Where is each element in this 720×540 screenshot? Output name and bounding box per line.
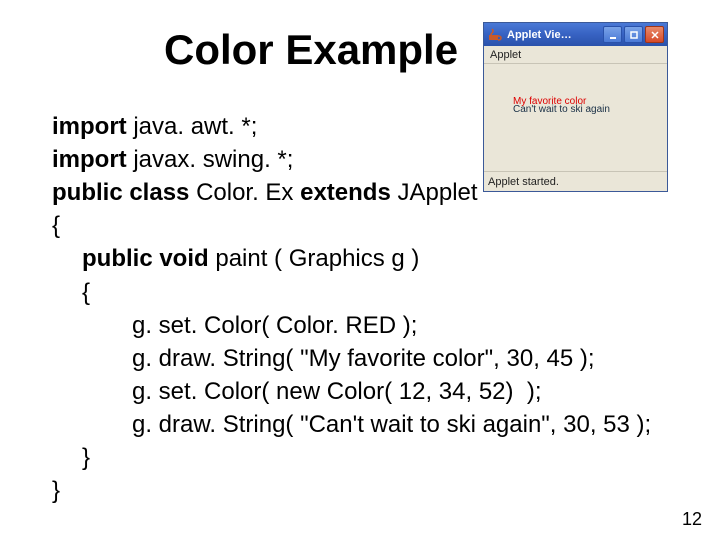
window-title-text: Applet Vie… (507, 29, 603, 41)
code-line: import java. awt. *; (52, 110, 651, 143)
keyword-public-void: public void (82, 245, 215, 272)
code-example: import java. awt. *; import javax. swing… (52, 110, 651, 507)
titlebar: Applet Vie… (484, 23, 667, 46)
code-line: g. draw. String( "My favorite color", 30… (52, 342, 651, 375)
code-line: g. set. Color( Color. RED ); (52, 309, 651, 342)
code-line: public class Color. Ex extends JApplet (52, 176, 651, 209)
java-cup-icon (487, 27, 503, 43)
applet-menu[interactable]: Applet (484, 46, 667, 64)
code-line: } (52, 474, 651, 507)
window-controls (603, 26, 664, 43)
code-line: import javax. swing. *; (52, 143, 651, 176)
code-line: g. set. Color( new Color( 12, 34, 52) ); (52, 375, 651, 408)
code-line: { (52, 276, 651, 309)
code-line: } (52, 441, 651, 474)
keyword-extends: extends (300, 179, 397, 206)
keyword-import: import (52, 146, 127, 173)
close-button[interactable] (645, 26, 664, 43)
keyword-public-class: public class (52, 179, 196, 206)
slide-title: Color Example (164, 26, 458, 74)
page-number: 12 (682, 509, 702, 530)
code-line: g. draw. String( "Can't wait to ski agai… (52, 408, 651, 441)
keyword-import: import (52, 113, 127, 140)
maximize-button[interactable] (624, 26, 643, 43)
code-line: { (52, 209, 651, 242)
minimize-button[interactable] (603, 26, 622, 43)
code-line: public void paint ( Graphics g ) (52, 242, 651, 275)
